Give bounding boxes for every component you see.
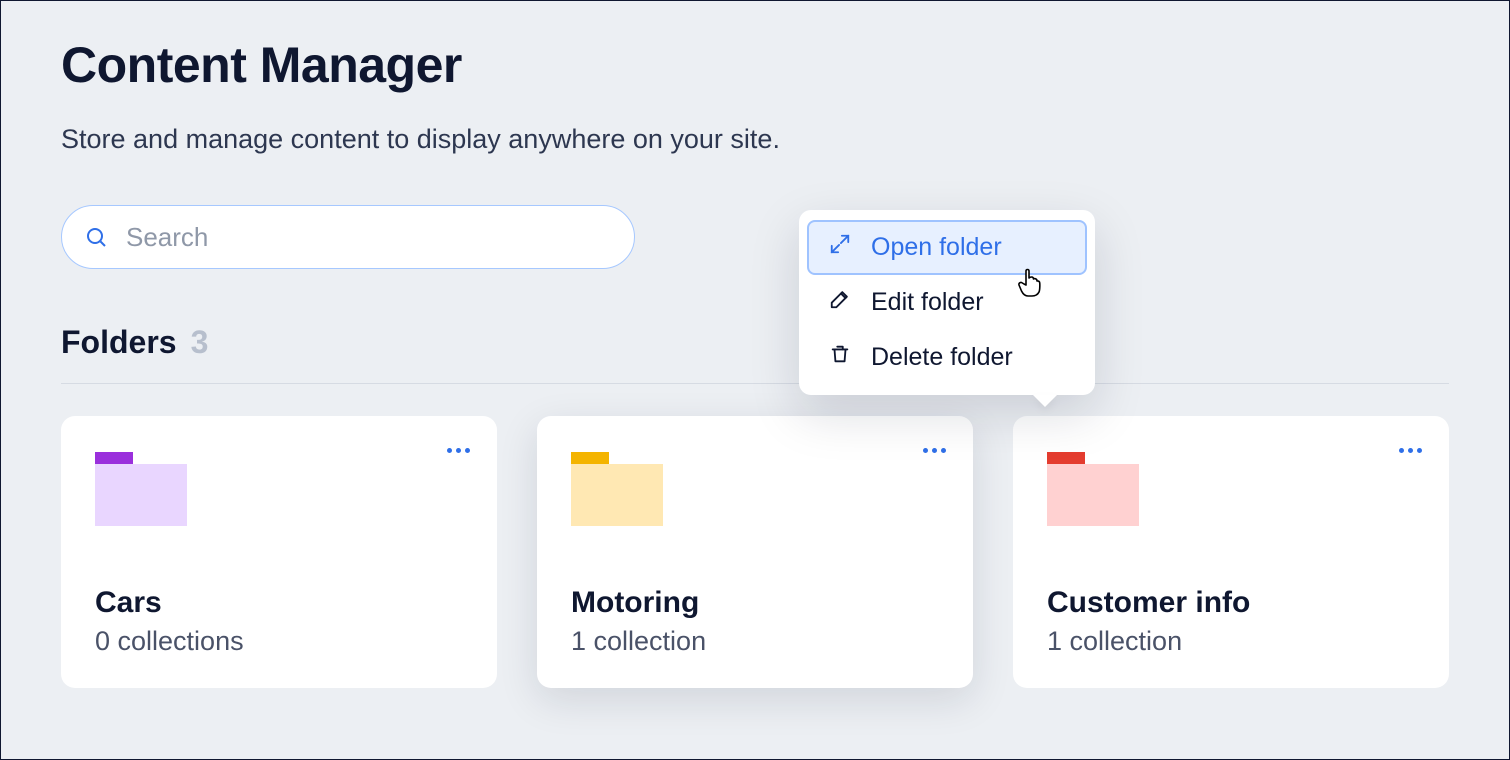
more-options-button[interactable]: [1393, 438, 1427, 462]
more-options-button[interactable]: [441, 438, 475, 462]
expand-icon: [829, 233, 851, 262]
page-title: Content Manager: [61, 36, 1449, 94]
folder-icon: [1047, 452, 1139, 526]
trash-icon: [829, 343, 851, 372]
folders-count: 3: [191, 324, 209, 361]
dots-icon: [923, 448, 946, 453]
menu-item-delete-folder[interactable]: Delete folder: [807, 330, 1087, 385]
folder-card[interactable]: Cars 0 collections: [61, 416, 497, 688]
folder-icon: [95, 452, 187, 526]
menu-item-open-folder[interactable]: Open folder: [807, 220, 1087, 275]
folder-subtitle: 0 collections: [95, 626, 463, 657]
folder-subtitle: 1 collection: [1047, 626, 1415, 657]
search-field[interactable]: [61, 205, 635, 269]
folder-cards: Cars0 collectionsMotoring1 collectionCus…: [61, 416, 1449, 688]
menu-item-label: Delete folder: [871, 343, 1013, 372]
folder-card[interactable]: Motoring 1 collection: [537, 416, 973, 688]
folder-card[interactable]: Customer info 1 collection: [1013, 416, 1449, 688]
search-icon: [84, 225, 108, 249]
more-options-button[interactable]: [917, 438, 951, 462]
page-subtitle: Store and manage content to display anyw…: [61, 124, 1449, 155]
folder-icon: [571, 452, 663, 526]
folder-subtitle: 1 collection: [571, 626, 939, 657]
search-input[interactable]: [126, 222, 612, 253]
divider: [61, 383, 1449, 384]
folders-title: Folders: [61, 324, 177, 361]
dots-icon: [447, 448, 470, 453]
pencil-icon: [829, 288, 851, 317]
folders-header: Folders 3: [61, 324, 1449, 361]
menu-item-label: Open folder: [871, 233, 1002, 262]
folder-name: Customer info: [1047, 586, 1415, 620]
folder-name: Cars: [95, 586, 463, 620]
context-menu: Open folder Edit folder Delete folder: [799, 210, 1095, 395]
menu-item-label: Edit folder: [871, 288, 984, 317]
dots-icon: [1399, 448, 1422, 453]
folder-name: Motoring: [571, 586, 939, 620]
menu-item-edit-folder[interactable]: Edit folder: [807, 275, 1087, 330]
